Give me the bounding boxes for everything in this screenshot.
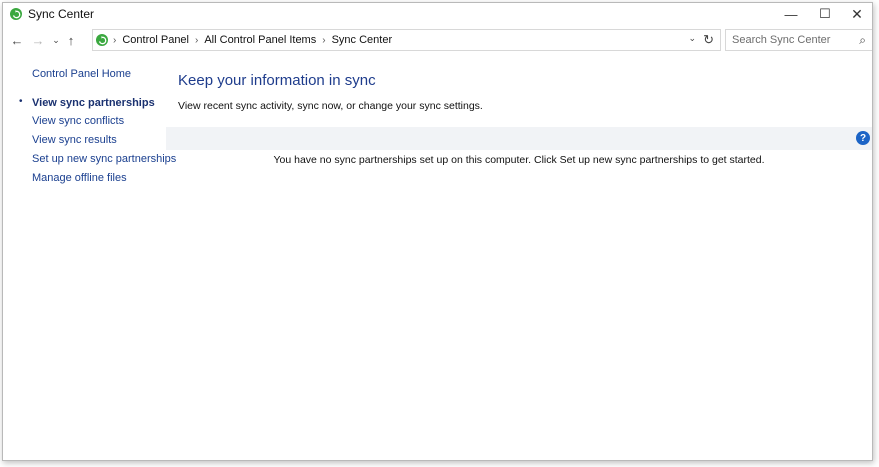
search-input[interactable] [732, 34, 852, 46]
title-bar: Sync Center — ☐ ✕ [3, 3, 872, 25]
up-button[interactable]: ↑ [64, 30, 78, 50]
search-icon[interactable]: ⌕ [859, 33, 866, 48]
minimize-button[interactable]: — [774, 3, 808, 25]
address-bar[interactable]: › Control Panel › All Control Panel Item… [92, 29, 721, 51]
sync-center-location-icon [96, 34, 108, 46]
caption-buttons: — ☐ ✕ [774, 3, 872, 25]
address-row: ← → ⌄ ↑ › Control Panel › All Control Pa… [3, 28, 872, 52]
page-description: View recent sync activity, sync now, or … [178, 100, 483, 112]
close-icon: ✕ [851, 5, 863, 22]
back-button[interactable]: ← [10, 30, 24, 50]
search-box[interactable]: ⌕ [725, 29, 872, 51]
close-button[interactable]: ✕ [842, 3, 872, 25]
breadcrumb-separator[interactable]: › [195, 35, 198, 46]
breadcrumb-sync-center[interactable]: Sync Center [332, 34, 393, 46]
current-item-bullet: • [19, 96, 23, 107]
maximize-button[interactable]: ☐ [808, 3, 842, 25]
sidebar-item-view-sync-conflicts[interactable]: View sync conflicts [32, 115, 124, 127]
toolbar-strip: ? [166, 127, 872, 150]
forward-button[interactable]: → [31, 30, 45, 50]
breadcrumb-control-panel[interactable]: Control Panel [122, 34, 189, 46]
breadcrumb-separator[interactable]: › [322, 35, 325, 46]
refresh-icon[interactable]: ↻ [703, 32, 714, 48]
window-title: Sync Center [28, 7, 95, 21]
sidebar-item-manage-offline-files[interactable]: Manage offline files [32, 172, 127, 184]
sync-center-icon [10, 8, 22, 20]
breadcrumb-all-items[interactable]: All Control Panel Items [204, 34, 316, 46]
minimize-icon: — [784, 6, 798, 22]
maximize-icon: ☐ [819, 6, 831, 21]
address-dropdown-icon[interactable]: ⌄ [688, 33, 696, 44]
recent-locations-button[interactable]: ⌄ [51, 30, 61, 50]
forward-arrow-icon: → [31, 32, 45, 48]
empty-state-message: You have no sync partnerships set up on … [273, 154, 765, 166]
help-icon[interactable]: ? [856, 131, 870, 145]
breadcrumb-separator: › [113, 34, 117, 46]
sidebar-item-view-sync-results[interactable]: View sync results [32, 134, 117, 146]
sync-center-window: Sync Center — ☐ ✕ ← → ⌄ ↑ › Control Pane… [2, 2, 873, 461]
sidebar-item-set-up-sync-partnerships[interactable]: Set up new sync partnerships [32, 153, 176, 165]
page-title: Keep your information in sync [178, 72, 376, 89]
back-arrow-icon: ← [10, 32, 24, 48]
chevron-down-icon: ⌄ [52, 34, 60, 45]
control-panel-home-link[interactable]: Control Panel Home [32, 68, 131, 80]
sidebar-item-view-sync-partnerships[interactable]: View sync partnerships [32, 97, 155, 109]
up-arrow-icon: ↑ [67, 32, 75, 48]
